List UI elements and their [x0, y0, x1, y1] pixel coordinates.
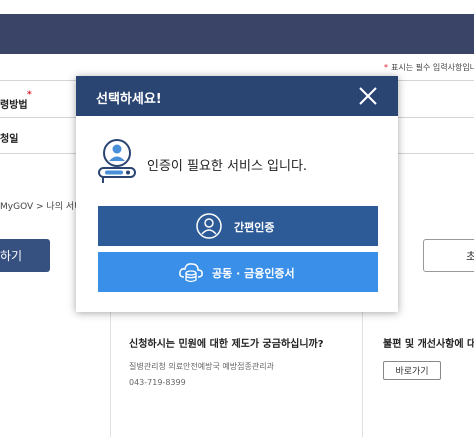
close-icon[interactable]	[357, 85, 379, 107]
simple-auth-label: 간편인증	[234, 221, 275, 234]
auth-select-modal: 선택하세요! 인증이 필요한 서비스 입니다. 간편인증 공동 · 금융인증서	[76, 76, 398, 312]
auth-required-message: 인증이 필요한 서비스 입니다.	[147, 159, 308, 174]
certificate-auth-button[interactable]: 공동 · 금융인증서	[98, 252, 378, 292]
modal-title: 선택하세요!	[96, 92, 162, 107]
cloud-database-icon	[178, 259, 204, 285]
identity-verification-icon	[97, 136, 137, 186]
certificate-auth-label: 공동 · 금융인증서	[212, 267, 295, 280]
modal-header: 선택하세요!	[76, 76, 398, 116]
person-icon	[196, 213, 222, 239]
simple-auth-button[interactable]: 간편인증	[98, 206, 378, 246]
